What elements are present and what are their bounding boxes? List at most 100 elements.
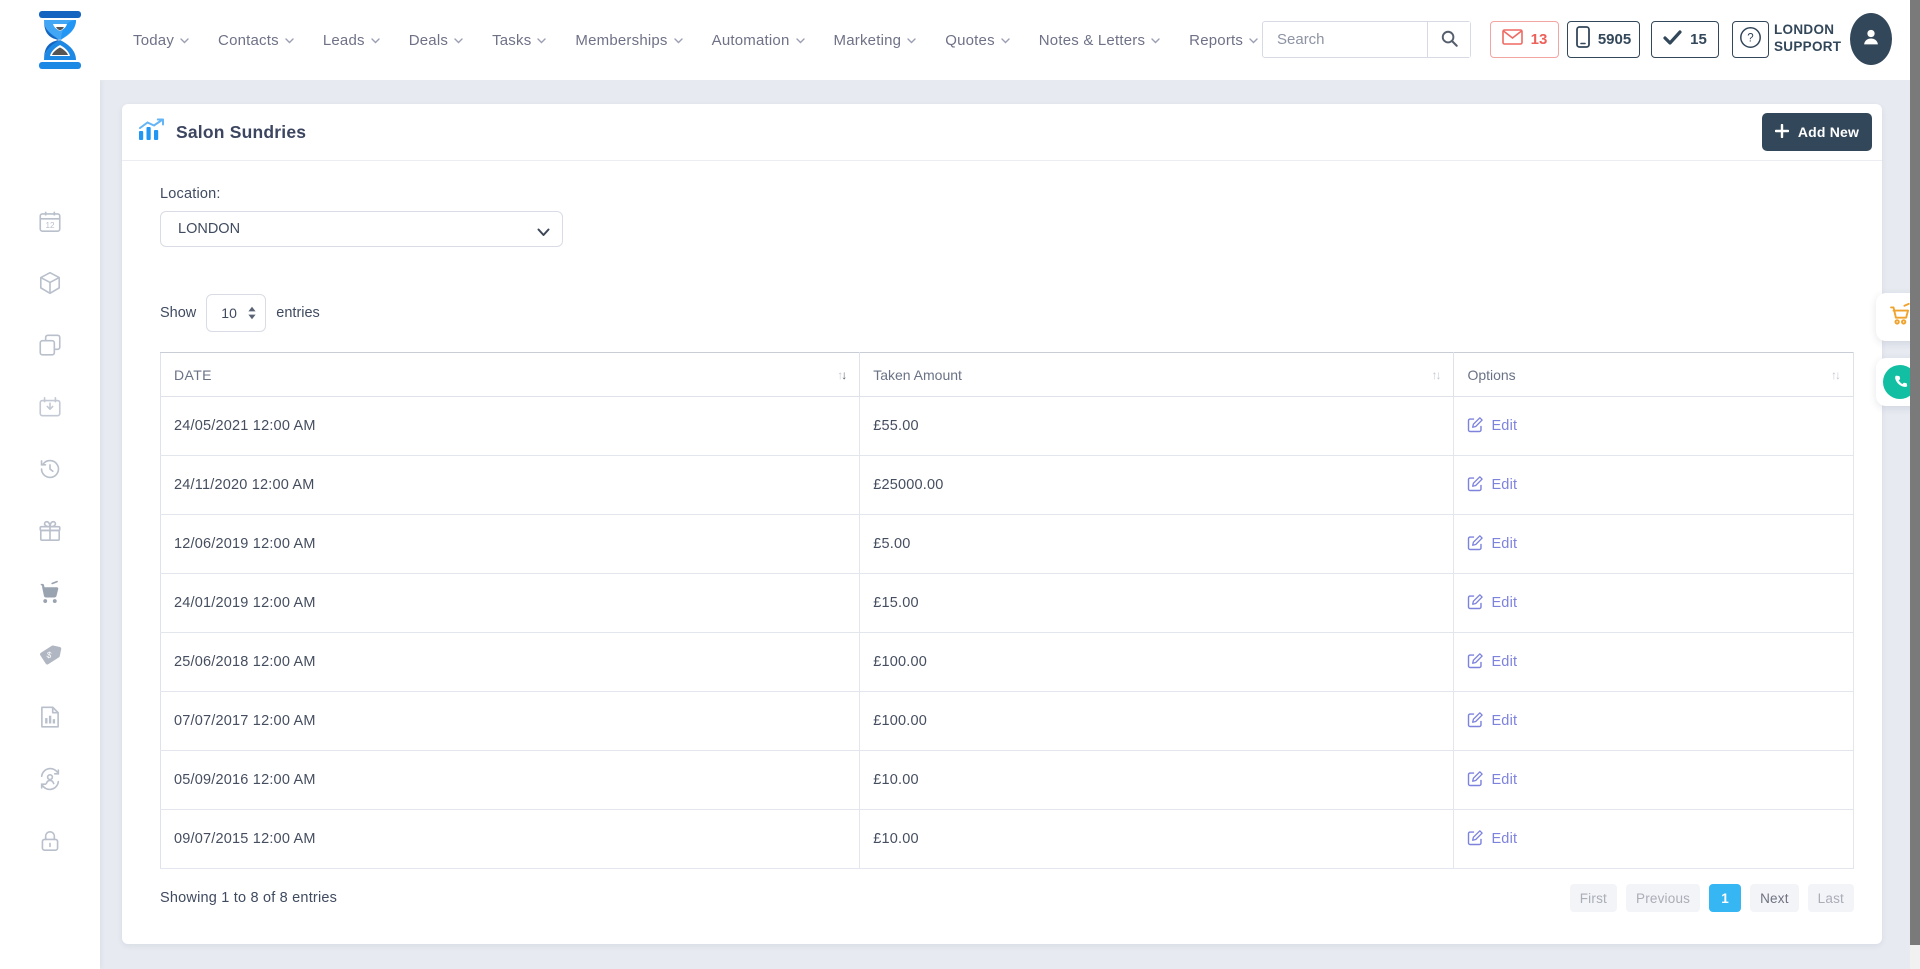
calendar-checkin-icon[interactable] [37, 394, 63, 420]
avatar[interactable] [1850, 13, 1892, 65]
help-button[interactable]: ? [1732, 21, 1769, 58]
sundries-table: DATE↑↓ Taken Amount↑↓ Options↑↓ 24/05/20… [160, 352, 1854, 869]
mobile-phone-icon [1576, 26, 1590, 53]
sort-icon: ↑↓ [837, 368, 845, 382]
amount-cell: £15.00 [860, 574, 1454, 633]
nav-item-leads[interactable]: Leads [323, 32, 380, 49]
amount-cell: £25000.00 [860, 456, 1454, 515]
edit-link[interactable]: Edit [1467, 652, 1517, 673]
date-cell: 12/06/2019 12:00 AM [161, 515, 860, 574]
entries-label: entries [276, 305, 320, 321]
nav-item-notes-letters[interactable]: Notes & Letters [1039, 32, 1160, 49]
nav-item-label: Memberships [575, 32, 667, 49]
amount-cell: £10.00 [860, 751, 1454, 810]
gift-icon[interactable] [37, 518, 63, 544]
nav-item-contacts[interactable]: Contacts [218, 32, 294, 49]
nav-item-today[interactable]: Today [133, 32, 189, 49]
table-row: 25/06/2018 12:00 AM £100.00 Edit [161, 633, 1854, 692]
edit-link[interactable]: Edit [1467, 593, 1517, 614]
nav-item-reports[interactable]: Reports [1189, 32, 1258, 49]
cart-icon[interactable] [37, 580, 63, 606]
nav-item-marketing[interactable]: Marketing [834, 32, 917, 49]
nav-item-quotes[interactable]: Quotes [945, 32, 1010, 49]
layers-icon[interactable] [37, 332, 63, 358]
history-icon[interactable] [37, 456, 63, 482]
calls-button[interactable]: 5905 [1567, 21, 1640, 58]
table-row: 24/01/2019 12:00 AM £15.00 Edit [161, 574, 1854, 633]
nav-item-memberships[interactable]: Memberships [575, 32, 682, 49]
column-header-taken-amount[interactable]: Taken Amount↑↓ [860, 353, 1454, 397]
add-new-button[interactable]: Add New [1762, 113, 1872, 151]
pagination-previous[interactable]: Previous [1626, 884, 1700, 912]
date-cell: 05/09/2016 12:00 AM [161, 751, 860, 810]
location-select-wrap: LONDON [160, 211, 563, 247]
table-row: 24/11/2020 12:00 AM £25000.00 Edit [161, 456, 1854, 515]
edit-link[interactable]: Edit [1467, 416, 1517, 437]
amount-cell: £55.00 [860, 397, 1454, 456]
account-name: LONDON SUPPORT [1774, 22, 1850, 56]
date-cell: 24/01/2019 12:00 AM [161, 574, 860, 633]
messages-count: 13 [1531, 31, 1548, 48]
search-icon [1440, 29, 1459, 51]
nav-item-label: Quotes [945, 32, 995, 49]
location-label: Location: [160, 186, 1854, 202]
column-header-options[interactable]: Options↑↓ [1454, 353, 1854, 397]
show-label: Show [160, 305, 196, 321]
edit-link[interactable]: Edit [1467, 770, 1517, 791]
edit-pencil-icon [1467, 416, 1484, 437]
edit-link[interactable]: Edit [1467, 475, 1517, 496]
search-button[interactable] [1427, 22, 1470, 57]
pagination-first[interactable]: First [1570, 884, 1617, 912]
salon-sundries-card: Salon Sundries Add New Location: LONDON [122, 104, 1882, 944]
messages-button[interactable]: 13 [1490, 21, 1559, 58]
nav-item-label: Contacts [218, 32, 279, 49]
search-input[interactable] [1263, 22, 1427, 57]
table-footer: Showing 1 to 8 of 8 entries First Previo… [160, 884, 1854, 912]
nav-item-label: Deals [409, 32, 448, 49]
table-row: 12/06/2019 12:00 AM £5.00 Edit [161, 515, 1854, 574]
report-chart-icon[interactable] [37, 704, 63, 730]
entries-summary: Showing 1 to 8 of 8 entries [160, 890, 337, 906]
nav-item-label: Marketing [834, 32, 902, 49]
location-select[interactable]: LONDON [160, 211, 563, 247]
edit-link[interactable]: Edit [1467, 711, 1517, 732]
table-row: 05/09/2016 12:00 AM £10.00 Edit [161, 751, 1854, 810]
pagination-next[interactable]: Next [1750, 884, 1799, 912]
search-group [1262, 21, 1471, 58]
nav-item-automation[interactable]: Automation [712, 32, 805, 49]
package-icon[interactable] [37, 270, 63, 296]
scrollbar-track[interactable] [1910, 0, 1920, 969]
column-header-date[interactable]: DATE↑↓ [161, 353, 860, 397]
pagination-last[interactable]: Last [1808, 884, 1854, 912]
hourglass-logo[interactable] [36, 11, 84, 69]
table-header-row: DATE↑↓ Taken Amount↑↓ Options↑↓ [161, 353, 1854, 397]
scrollbar-thumb[interactable] [1910, 0, 1920, 945]
nav-item-label: Tasks [492, 32, 531, 49]
chart-increasing-icon [138, 118, 165, 146]
chevron-down-icon [1001, 38, 1010, 44]
lock-icon[interactable] [37, 828, 63, 854]
person-icon [1860, 26, 1882, 53]
amount-cell: £100.00 [860, 633, 1454, 692]
edit-link[interactable]: Edit [1467, 534, 1517, 555]
plus-icon [1775, 124, 1789, 141]
amount-cell: £100.00 [860, 692, 1454, 751]
entries-per-page-select[interactable]: 10 [206, 294, 266, 332]
pagination-1[interactable]: 1 [1709, 884, 1741, 912]
chevron-down-icon [285, 38, 294, 44]
price-tag-icon[interactable]: $ [37, 642, 63, 668]
svg-text:12: 12 [45, 221, 55, 230]
edit-pencil-icon [1467, 652, 1484, 673]
edit-pencil-icon [1467, 770, 1484, 791]
nav-item-deals[interactable]: Deals [409, 32, 463, 49]
nav-item-label: Reports [1189, 32, 1243, 49]
user-sync-icon[interactable] [37, 766, 63, 792]
edit-pencil-icon [1467, 534, 1484, 555]
nav-item-tasks[interactable]: Tasks [492, 32, 546, 49]
svg-text:?: ? [1747, 32, 1753, 44]
tasks-button[interactable]: 15 [1651, 21, 1719, 58]
edit-link[interactable]: Edit [1467, 829, 1517, 850]
date-cell: 24/11/2020 12:00 AM [161, 456, 860, 515]
content-area: Salon Sundries Add New Location: LONDON [100, 80, 1920, 969]
calendar-icon[interactable]: 12 [37, 209, 63, 235]
